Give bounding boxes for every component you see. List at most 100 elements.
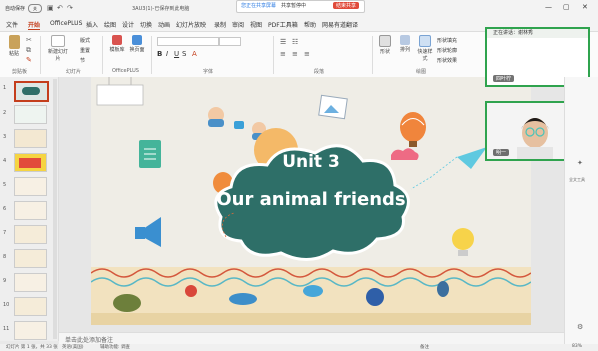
- template-library-button[interactable]: 模板库: [108, 35, 126, 53]
- minimize-icon[interactable]: —: [545, 3, 552, 11]
- maximize-icon[interactable]: ▢: [563, 3, 570, 11]
- slide-thumbnail-1[interactable]: [14, 81, 49, 102]
- group-slides: 幻灯片: [66, 69, 82, 75]
- tab-insert[interactable]: 插入: [86, 20, 98, 29]
- paste-button[interactable]: 粘贴: [6, 35, 22, 57]
- arrange-icon: [400, 35, 410, 45]
- tab-review[interactable]: 审阅: [232, 20, 244, 29]
- slide-thumbnail-5[interactable]: [14, 177, 47, 196]
- thumb-number: 8: [3, 254, 7, 260]
- stop-share-button[interactable]: 结束共享: [333, 2, 359, 9]
- thumb-number: 7: [3, 230, 7, 236]
- tab-animations[interactable]: 动画: [158, 20, 170, 29]
- italic-icon[interactable]: I: [166, 50, 168, 58]
- tab-design[interactable]: 设计: [122, 20, 134, 29]
- slide-thumbnail-4[interactable]: [14, 153, 47, 172]
- group-officeplus: OfficePLUS: [112, 68, 139, 74]
- slide-thumbnail-9[interactable]: [14, 273, 47, 292]
- undo-icon[interactable]: ↶: [57, 4, 63, 12]
- align-right-icon[interactable]: ≡: [304, 50, 310, 58]
- tab-pdf-tools[interactable]: PDF工具箱: [268, 20, 298, 29]
- tab-draw[interactable]: 绘图: [104, 20, 116, 29]
- arrange-button[interactable]: 排列: [397, 35, 413, 53]
- slide-thumbnail-10[interactable]: [14, 297, 47, 316]
- replace-page-label: 换页面: [129, 47, 145, 53]
- designer-icon[interactable]: ✦: [577, 159, 583, 167]
- zoom-level[interactable]: 83%: [572, 344, 582, 349]
- tab-home[interactable]: 开始: [28, 20, 41, 30]
- copy-icon[interactable]: ⧉: [26, 46, 31, 55]
- tab-file[interactable]: 文件: [6, 20, 18, 29]
- settings-icon[interactable]: ⚙: [577, 323, 583, 331]
- slide-thumbnail-11[interactable]: [14, 321, 47, 340]
- reset-button[interactable]: 重置: [80, 47, 90, 54]
- layout-button[interactable]: 版式: [80, 37, 90, 44]
- thumb-number: 6: [3, 206, 7, 212]
- slide[interactable]: Unit 3 Our animal friends: [91, 77, 531, 325]
- font-size-select[interactable]: [219, 37, 241, 46]
- bold-icon[interactable]: B: [157, 50, 162, 58]
- tab-youdao[interactable]: 网易有道翻译: [322, 20, 358, 29]
- paste-icon: [8, 35, 20, 49]
- underline-icon[interactable]: U: [174, 50, 179, 58]
- thumb-number: 11: [3, 326, 10, 332]
- close-icon[interactable]: ✕: [582, 3, 588, 11]
- tab-view[interactable]: 视图: [250, 20, 262, 29]
- new-slide-label: 新建幻灯片: [48, 49, 69, 62]
- section-button[interactable]: 节: [80, 57, 85, 64]
- save-icon[interactable]: ▣: [47, 4, 54, 12]
- numbering-icon[interactable]: ☷: [292, 38, 298, 46]
- accessibility-indicator[interactable]: 辅助功能: 调查: [100, 344, 130, 350]
- participant-name-2: 明一: [493, 149, 510, 156]
- autosave-label: 自动保存: [5, 6, 26, 12]
- quick-styles-button[interactable]: 快速样式: [416, 35, 434, 62]
- quick-styles-label: 快速样式: [417, 49, 433, 62]
- designer-label: 全文工具: [569, 177, 585, 182]
- slide-subtitle[interactable]: Unit 3: [91, 152, 531, 172]
- slide-thumbnail-2[interactable]: [14, 105, 47, 124]
- slide-thumbnail-8[interactable]: [14, 249, 47, 268]
- replace-page-icon: [132, 35, 142, 45]
- thumb-number: 1: [3, 85, 7, 91]
- shape-effects-button[interactable]: 形状效果: [437, 57, 457, 64]
- autosave-toggle[interactable]: 关: [28, 4, 42, 13]
- font-family-select[interactable]: [157, 37, 219, 46]
- notes-button[interactable]: 备注: [420, 344, 429, 350]
- language-indicator[interactable]: 英语(美国): [62, 344, 84, 350]
- font-color-icon[interactable]: A: [192, 50, 197, 58]
- shapes-button[interactable]: 形状: [377, 35, 393, 55]
- slide-thumbnail-3[interactable]: [14, 129, 47, 148]
- quick-styles-icon: [419, 35, 431, 47]
- thumbnail-scrollbar[interactable]: [53, 79, 57, 339]
- thumb-number: 4: [3, 158, 7, 164]
- arrange-label: 排列: [399, 47, 410, 53]
- participant-name-1: 四叶柠: [493, 75, 515, 82]
- slide-thumbnail-panel: 1 2 3 4 5 6 7 8 9 10 11: [0, 77, 59, 341]
- pause-share-button[interactable]: 共享暂停中: [281, 2, 306, 9]
- tab-slideshow[interactable]: 幻灯片放映: [176, 20, 206, 29]
- format-painter-icon[interactable]: ✎: [26, 56, 32, 64]
- bullets-icon[interactable]: ☰: [280, 38, 286, 46]
- cut-icon[interactable]: ✂: [26, 36, 32, 44]
- tab-help[interactable]: 帮助: [304, 20, 316, 29]
- redo-icon[interactable]: ↷: [67, 4, 73, 12]
- tab-officeplus[interactable]: OfficePLUS: [50, 20, 82, 27]
- slide-title[interactable]: Our animal friends: [91, 189, 531, 210]
- thumb-number: 5: [3, 182, 7, 188]
- slide-thumbnail-7[interactable]: [14, 225, 47, 244]
- new-slide-button[interactable]: 新建幻灯片: [48, 35, 68, 62]
- slide-counter: 幻灯片 第 1 张，共 33 张: [6, 345, 58, 350]
- tab-transitions[interactable]: 切换: [140, 20, 152, 29]
- speaker-name: 谢林秀: [518, 30, 534, 36]
- shadow-icon[interactable]: S: [182, 50, 186, 58]
- sharing-status: 您正在共享屏幕: [241, 3, 277, 9]
- align-center-icon[interactable]: ≡: [292, 50, 298, 58]
- shape-outline-button[interactable]: 形状轮廓: [437, 47, 457, 54]
- status-bar: 幻灯片 第 1 张，共 33 张 英语(美国) 辅助功能: 调查 备注 83%: [0, 344, 598, 351]
- align-left-icon[interactable]: ≡: [280, 50, 286, 58]
- shape-fill-button[interactable]: 形状填充: [437, 37, 457, 44]
- notes-placeholder: 单击此处添加备注: [65, 337, 114, 344]
- replace-page-button[interactable]: 换页面: [128, 35, 146, 53]
- slide-thumbnail-6[interactable]: [14, 201, 47, 220]
- tab-record[interactable]: 录制: [214, 20, 226, 29]
